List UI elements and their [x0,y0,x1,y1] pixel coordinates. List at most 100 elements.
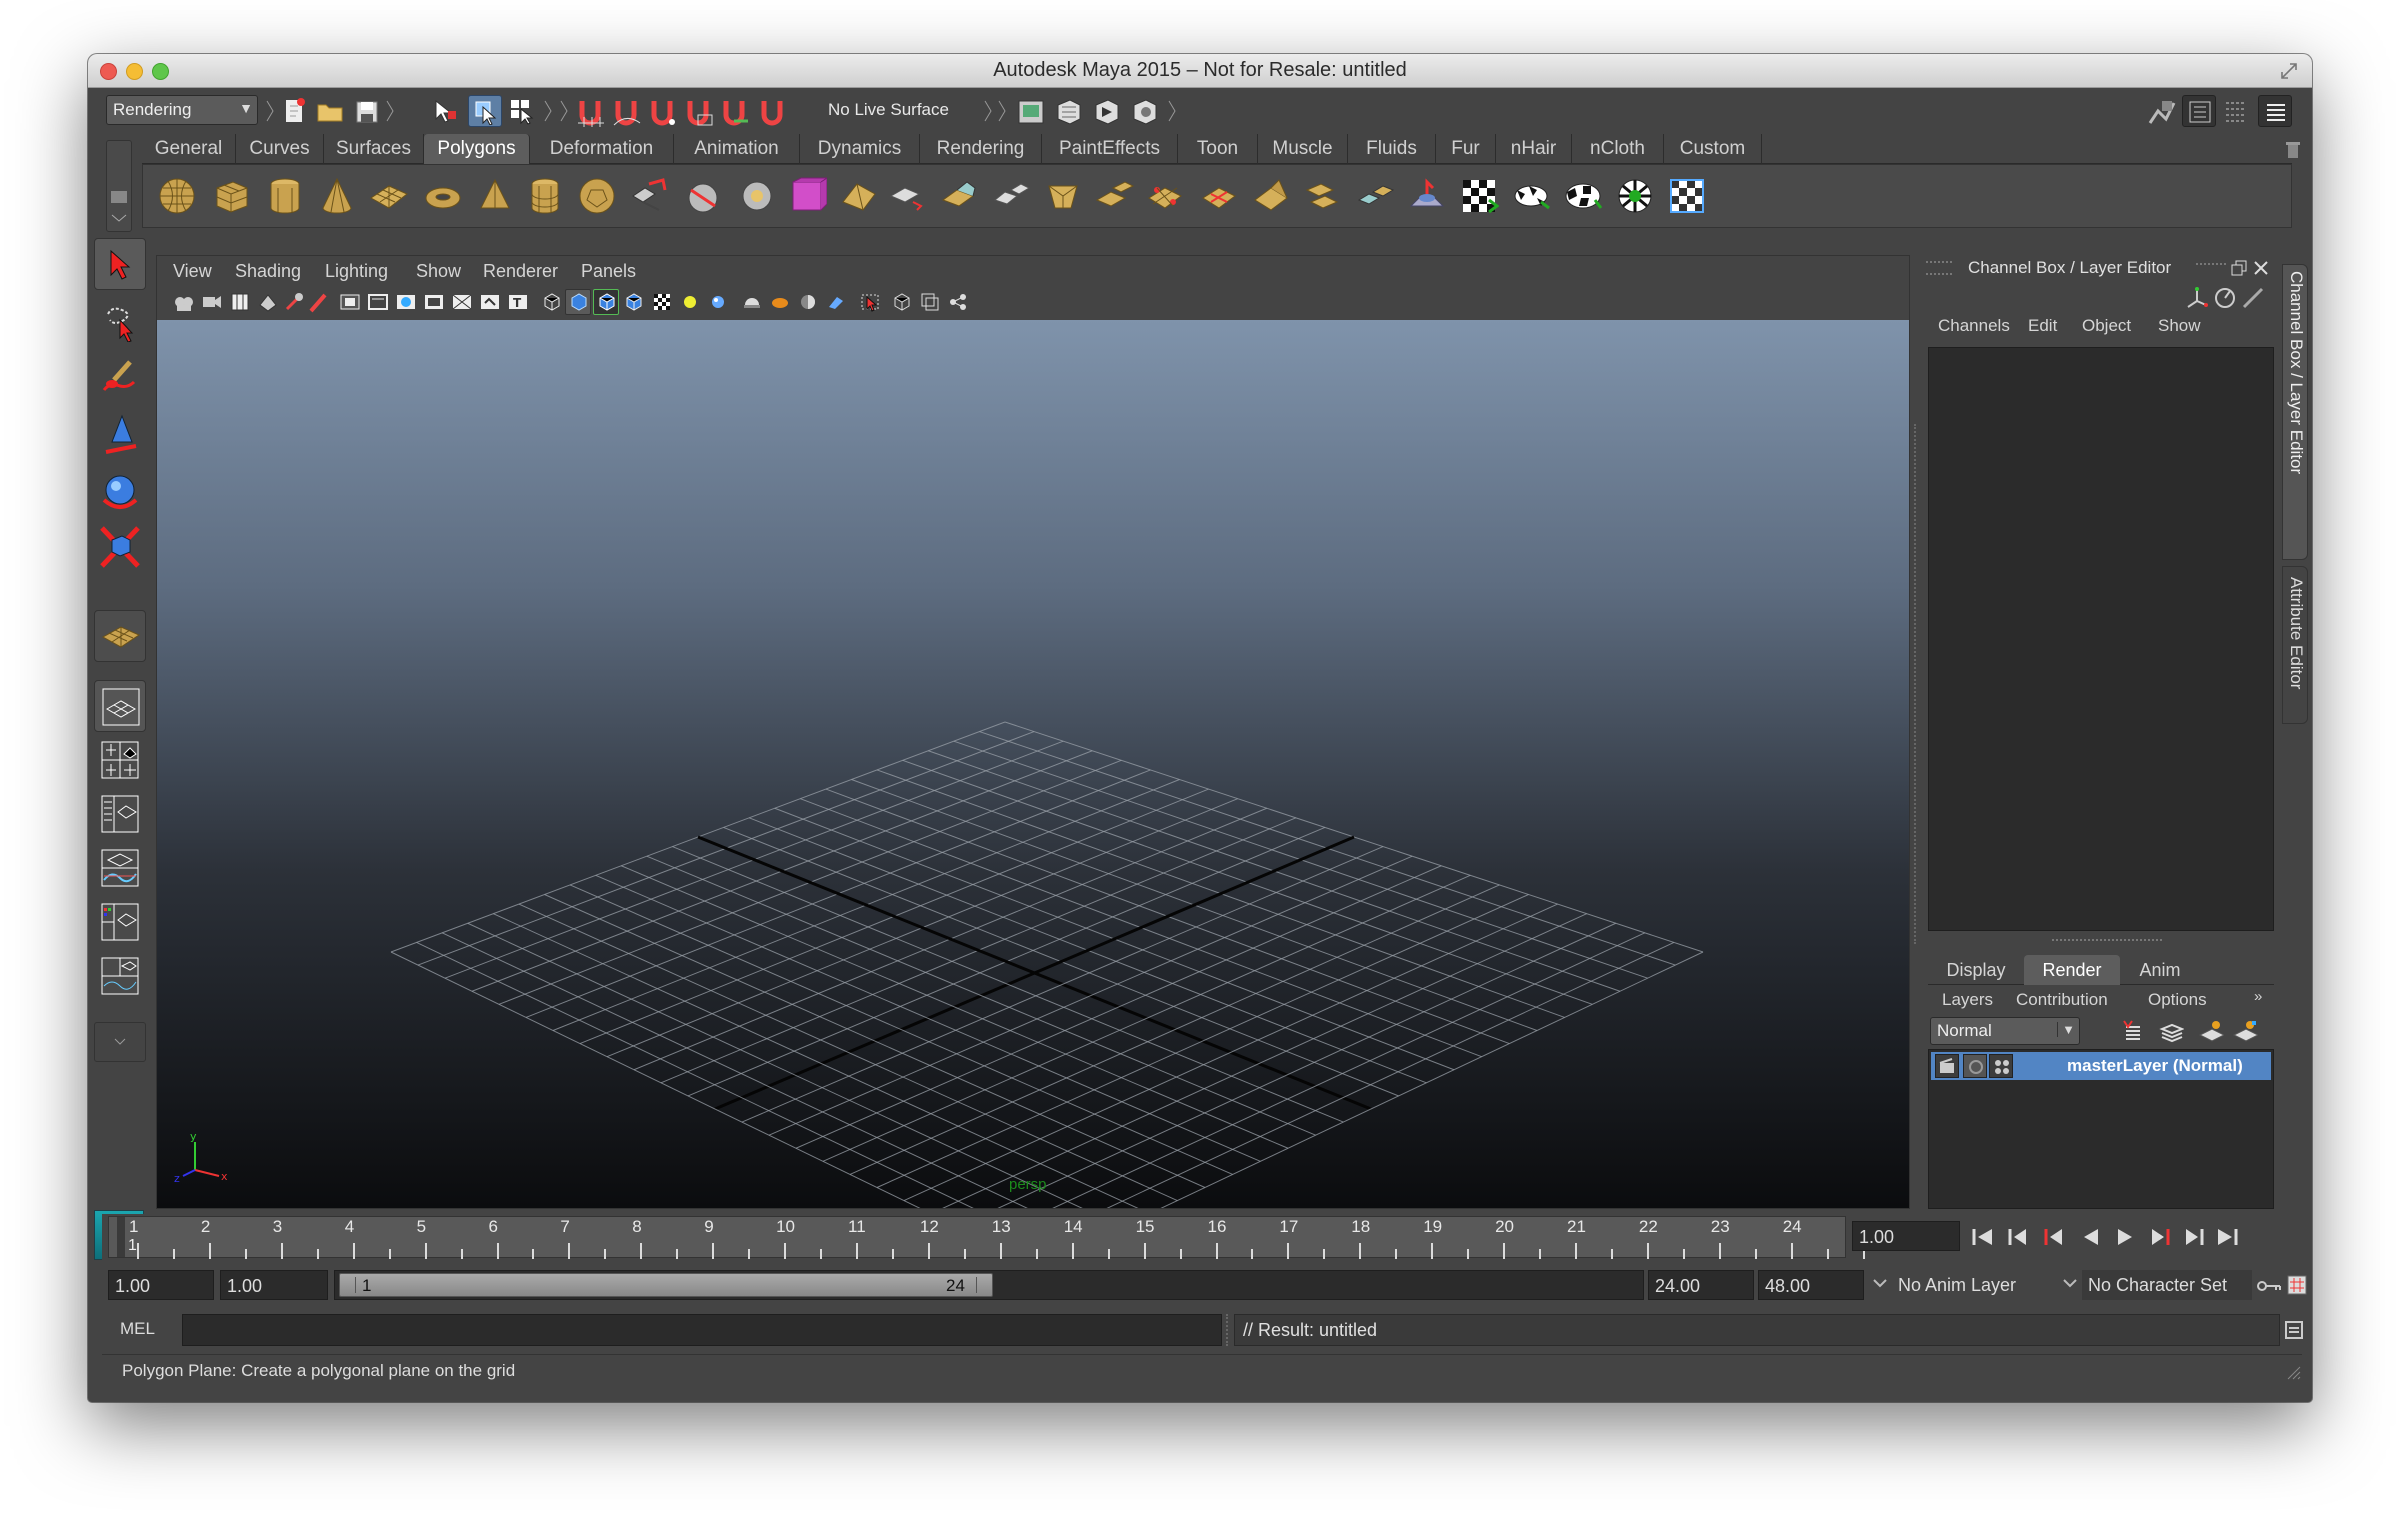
duplicate-face-icon[interactable] [1303,176,1343,216]
hyperbolic-icon[interactable] [2240,285,2266,311]
combine-icon[interactable] [629,176,669,216]
ipr-render-icon[interactable] [1092,97,1122,127]
viewport-menu-panels[interactable]: Panels [581,261,636,282]
2d-pan-zoom-icon[interactable] [283,291,305,313]
viewport-menu-renderer[interactable]: Renderer [483,261,558,282]
drag-handle-icon[interactable] [2196,263,2226,273]
poly-cone-icon[interactable] [317,176,357,216]
image-plane-icon[interactable] [257,291,279,313]
layer-menu-contribution[interactable]: Contribution [2016,990,2108,1010]
fill-hole-icon[interactable] [991,176,1031,216]
auto-key-icon[interactable] [2256,1276,2282,1296]
bounding-box-icon[interactable] [623,291,645,313]
scale-tool-button[interactable] [94,522,146,574]
spherical-mapping-icon[interactable] [1563,176,1603,216]
shelf-tab-surfaces[interactable]: Surfaces [324,134,424,164]
safe-title-icon[interactable]: T [507,291,529,313]
animation-end-time-field[interactable]: 48.00 [1758,1270,1864,1300]
open-scene-icon[interactable] [316,99,346,123]
range-slider-bar[interactable]: 1 24 [339,1273,993,1297]
snap-to-curve-icon[interactable] [612,97,642,127]
range-end-handle[interactable] [976,1277,988,1293]
isolate-select-icon[interactable] [859,291,881,313]
character-set-field[interactable]: No Character Set [2082,1270,2252,1300]
poly-cylinder-icon[interactable] [265,176,305,216]
poly-sphere-icon[interactable] [157,176,197,216]
menu-set-dropdown[interactable]: Rendering ▼ [106,95,258,125]
channel-menu-edit[interactable]: Edit [2028,316,2057,336]
collapse-arrow-icon[interactable] [998,99,1006,123]
manipulator-icon[interactable] [2184,285,2210,311]
snap-to-view-plane-icon[interactable] [684,97,714,127]
smooth-icon[interactable] [787,176,827,216]
renderable-toggle[interactable] [1935,1054,1959,1078]
script-language-toggle[interactable]: MEL [108,1314,168,1344]
camera-gate-icon[interactable] [339,291,361,313]
chevron-down-icon[interactable] [2062,1278,2078,1290]
tool-settings-icon[interactable] [2222,97,2250,125]
render-layer-name[interactable]: masterLayer (Normal) [2067,1056,2243,1076]
xray-components-icon[interactable] [947,291,969,313]
xray-joints-icon[interactable] [919,291,941,313]
layout-persp-graph-button[interactable] [94,842,146,894]
go-to-start-icon[interactable] [1970,1226,1996,1248]
channel-menu-channels[interactable]: Channels [1938,316,2010,336]
collapse-arrow-icon[interactable] [544,99,552,123]
current-time-indicator[interactable] [117,1217,125,1257]
xray-icon[interactable] [891,291,913,313]
cylindrical-mapping-icon[interactable] [1511,176,1551,216]
poly-cube-icon[interactable] [211,176,251,216]
select-component-icon[interactable] [508,97,534,125]
attribute-editor-toggle[interactable] [2182,95,2216,127]
snap-to-grid-icon[interactable] [576,97,606,127]
layer-menu-layers[interactable]: Layers [1942,990,1993,1010]
viewport-menu-lighting[interactable]: Lighting [325,261,388,282]
shelf-tab-nhair[interactable]: nHair [1496,134,1572,164]
poly-soccer-ball-icon[interactable] [577,176,617,216]
splitter-handle-icon[interactable] [2052,939,2162,947]
shelf-tab-general[interactable]: General [142,134,236,164]
use-all-lights-icon[interactable] [679,291,701,313]
textured-icon[interactable] [651,291,673,313]
smooth-shade-toggle[interactable] [565,289,591,315]
screen-space-ambient-occlusion-icon[interactable] [741,291,763,313]
shelf-tab-curves[interactable]: Curves [236,134,324,164]
viewport-menu-view[interactable]: View [173,261,212,282]
poly-pipe-icon[interactable] [525,176,565,216]
wireframe-icon[interactable] [541,291,563,313]
blend-mode-dropdown[interactable]: Normal ▼ [1930,1017,2080,1045]
multisample-anti-aliasing-icon[interactable] [797,291,819,313]
perspective-viewport[interactable]: y x z persp [157,320,1909,1208]
depth-of-field-icon[interactable] [825,291,847,313]
layer-tab-render[interactable]: Render [2024,955,2120,985]
animation-start-time-field[interactable]: 1.00 [108,1270,214,1300]
side-tab-channel-box[interactable]: Channel Box / Layer Editor [2282,264,2308,560]
render-frame-icon[interactable] [1054,97,1084,127]
layer-menu-options[interactable]: Options [2148,990,2207,1010]
collapse-arrow-icon[interactable] [984,99,992,123]
shelf-tab-animation[interactable]: Animation [674,134,800,164]
anim-layer-field[interactable]: No Anim Layer [1892,1270,2042,1300]
render-layer-row[interactable]: masterLayer (Normal) [1931,1052,2271,1080]
play-forwards-icon[interactable] [2112,1226,2138,1248]
extract-icon[interactable] [737,176,777,216]
recycle-toggle[interactable] [1963,1054,1987,1078]
range-slider-track[interactable]: 1 24 [334,1270,1644,1300]
channel-menu-object[interactable]: Object [2082,316,2131,336]
step-back-key-icon[interactable] [2042,1226,2068,1248]
layout-hypershade-button[interactable] [94,896,146,948]
wedge-face-icon[interactable] [1251,176,1291,216]
shelf-tab-muscle[interactable]: Muscle [1258,134,1348,164]
viewport-menu-show[interactable]: Show [416,261,461,282]
separate-icon[interactable] [683,176,723,216]
select-object-mode-button[interactable] [468,95,502,127]
planar-mapping-icon[interactable] [1459,176,1499,216]
uv-texture-editor-icon[interactable] [1667,176,1707,216]
snap-to-point-icon[interactable] [648,97,678,127]
script-editor-icon[interactable] [2284,1320,2304,1340]
render-view-icon[interactable] [1016,97,1046,127]
poly-plane-icon[interactable] [369,176,409,216]
create-layer-from-selected-icon[interactable] [2232,1019,2258,1045]
render-settings-toggle[interactable] [1989,1054,2013,1078]
speed-icon[interactable] [2212,285,2238,311]
